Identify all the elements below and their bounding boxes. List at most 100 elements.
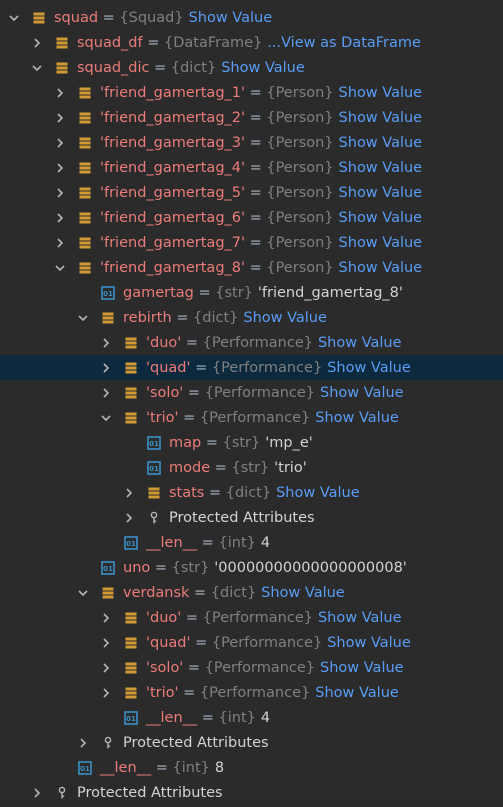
expand-arrow-icon[interactable] — [54, 237, 66, 249]
expand-arrow-icon[interactable] — [31, 787, 43, 799]
tree-row[interactable]: 'friend_gamertag_2' = {Person} Show Value — [0, 105, 503, 130]
show-value-link[interactable]: Show Value — [243, 310, 327, 326]
protected-attributes-label: Protected Attributes — [169, 509, 315, 526]
expand-arrow-icon[interactable] — [100, 337, 112, 349]
show-value-link[interactable]: Show Value — [339, 185, 423, 201]
show-value-link[interactable]: Show Value — [189, 10, 273, 26]
expand-arrow-icon[interactable] — [54, 212, 66, 224]
tree-row[interactable]: 'trio' = {Performance} Show Value — [0, 680, 503, 705]
show-value-link[interactable]: Show Value — [339, 160, 423, 176]
tree-row[interactable]: verdansk = {dict} Show Value — [0, 580, 503, 605]
tree-row[interactable]: stats = {dict} Show Value — [0, 480, 503, 505]
tree-row[interactable]: 'solo' = {Performance} Show Value — [0, 655, 503, 680]
tree-row[interactable]: Protected Attributes — [0, 730, 503, 755]
tree-row[interactable]: 'friend_gamertag_5' = {Person} Show Value — [0, 180, 503, 205]
expand-arrow-icon[interactable] — [123, 487, 135, 499]
collapse-arrow-icon[interactable] — [77, 312, 89, 324]
variable-type: {DataFrame} — [163, 34, 263, 51]
show-value-link[interactable]: Show Value — [327, 360, 411, 376]
variable-value: 4 — [260, 534, 271, 551]
tree-row[interactable]: 01 __len__ = {int} 8 — [0, 755, 503, 780]
variable-type: {Performance} — [211, 634, 323, 651]
tree-row[interactable]: 'friend_gamertag_3' = {Person} Show Value — [0, 130, 503, 155]
tree-row[interactable]: 01 map = {str}'mp_e' — [0, 430, 503, 455]
tree-row[interactable]: 'duo' = {Performance} Show Value — [0, 330, 503, 355]
show-value-link[interactable]: Show Value — [315, 685, 399, 701]
show-value-link[interactable]: Show Value — [221, 60, 305, 76]
tree-row[interactable]: 'friend_gamertag_7' = {Person} Show Value — [0, 230, 503, 255]
field-icon — [124, 661, 138, 675]
variable-type: {dict} — [225, 484, 272, 501]
collapse-arrow-icon[interactable] — [54, 262, 66, 274]
variable-name: 'solo' — [146, 659, 184, 676]
tree-row[interactable]: squad_df = {DataFrame} ...View as DataFra… — [0, 30, 503, 55]
tree-row[interactable]: 01 gamertag = {str}'friend_gamertag_8' — [0, 280, 503, 305]
tree-row[interactable]: 'solo' = {Performance} Show Value — [0, 380, 503, 405]
field-icon — [124, 361, 138, 375]
expand-arrow-icon[interactable] — [54, 162, 66, 174]
show-value-link[interactable]: Show Value — [320, 660, 404, 676]
variable-type: {Person} — [266, 259, 334, 276]
expand-arrow-icon[interactable] — [100, 362, 112, 374]
show-value-link[interactable]: ...View as DataFrame — [267, 35, 421, 51]
field-icon — [55, 36, 69, 50]
tree-row[interactable]: 01 __len__ = {int} 4 — [0, 530, 503, 555]
tree-row[interactable]: Protected Attributes — [0, 505, 503, 530]
expand-arrow-icon[interactable] — [100, 662, 112, 674]
tree-row[interactable]: Protected Attributes — [0, 780, 503, 805]
show-value-link[interactable]: Show Value — [339, 260, 423, 276]
tree-row[interactable]: squad_dic = {dict} Show Value — [0, 55, 503, 80]
svg-text:01: 01 — [126, 540, 136, 548]
expand-arrow-icon[interactable] — [100, 637, 112, 649]
primitive-icon: 01 — [101, 560, 115, 575]
tree-row[interactable]: 01 mode = {str}'trio' — [0, 455, 503, 480]
tree-row[interactable]: 01 __len__ = {int} 4 — [0, 705, 503, 730]
tree-row[interactable]: 01 uno = {str} '00000000000000000008' — [0, 555, 503, 580]
show-value-link[interactable]: Show Value — [320, 385, 404, 401]
show-value-link[interactable]: Show Value — [339, 235, 423, 251]
expand-arrow-icon[interactable] — [123, 512, 135, 524]
tree-row[interactable]: 'quad' = {Performance} Show Value — [0, 355, 503, 380]
expand-arrow-icon[interactable] — [54, 187, 66, 199]
expand-arrow-icon[interactable] — [100, 612, 112, 624]
collapse-arrow-icon[interactable] — [100, 412, 112, 424]
show-value-link[interactable]: Show Value — [318, 610, 402, 626]
show-value-link[interactable]: Show Value — [339, 110, 423, 126]
equals-sign: = — [150, 559, 172, 576]
show-value-link[interactable]: Show Value — [276, 485, 360, 501]
tree-row[interactable]: 'friend_gamertag_4' = {Person} Show Value — [0, 155, 503, 180]
expand-arrow-icon[interactable] — [100, 387, 112, 399]
show-value-link[interactable]: Show Value — [327, 635, 411, 651]
expand-arrow-icon[interactable] — [54, 137, 66, 149]
collapse-arrow-icon[interactable] — [31, 62, 43, 74]
variable-type: {int} — [172, 759, 210, 776]
svg-text:01: 01 — [149, 465, 159, 473]
equals-sign: = — [98, 9, 120, 26]
show-value-link[interactable]: Show Value — [339, 135, 423, 151]
expand-arrow-icon[interactable] — [100, 687, 112, 699]
tree-row[interactable]: 'friend_gamertag_6' = {Person} Show Value — [0, 205, 503, 230]
tree-row[interactable]: 'duo' = {Performance} Show Value — [0, 605, 503, 630]
show-value-link[interactable]: Show Value — [318, 335, 402, 351]
field-icon — [55, 61, 69, 75]
field-icon — [124, 336, 138, 350]
expand-arrow-icon[interactable] — [77, 737, 89, 749]
variable-type: {Person} — [266, 84, 334, 101]
tree-row[interactable]: 'friend_gamertag_8' = {Person} Show Value — [0, 255, 503, 280]
variable-type: {Person} — [266, 209, 334, 226]
show-value-link[interactable]: Show Value — [261, 585, 345, 601]
show-value-link[interactable]: Show Value — [339, 85, 423, 101]
expand-arrow-icon[interactable] — [54, 87, 66, 99]
collapse-arrow-icon[interactable] — [8, 12, 20, 24]
tree-row[interactable]: 'friend_gamertag_1' = {Person} Show Value — [0, 80, 503, 105]
show-value-link[interactable]: Show Value — [315, 410, 399, 426]
expand-arrow-icon[interactable] — [31, 37, 43, 49]
variable-type: {Performance} — [202, 609, 313, 626]
tree-row[interactable]: rebirth = {dict} Show Value — [0, 305, 503, 330]
tree-row[interactable]: 'quad' = {Performance} Show Value — [0, 630, 503, 655]
expand-arrow-icon[interactable] — [54, 112, 66, 124]
collapse-arrow-icon[interactable] — [77, 587, 89, 599]
show-value-link[interactable]: Show Value — [339, 210, 423, 226]
tree-row[interactable]: squad = {Squad} Show Value — [0, 5, 503, 30]
tree-row[interactable]: 'trio' = {Performance} Show Value — [0, 405, 503, 430]
